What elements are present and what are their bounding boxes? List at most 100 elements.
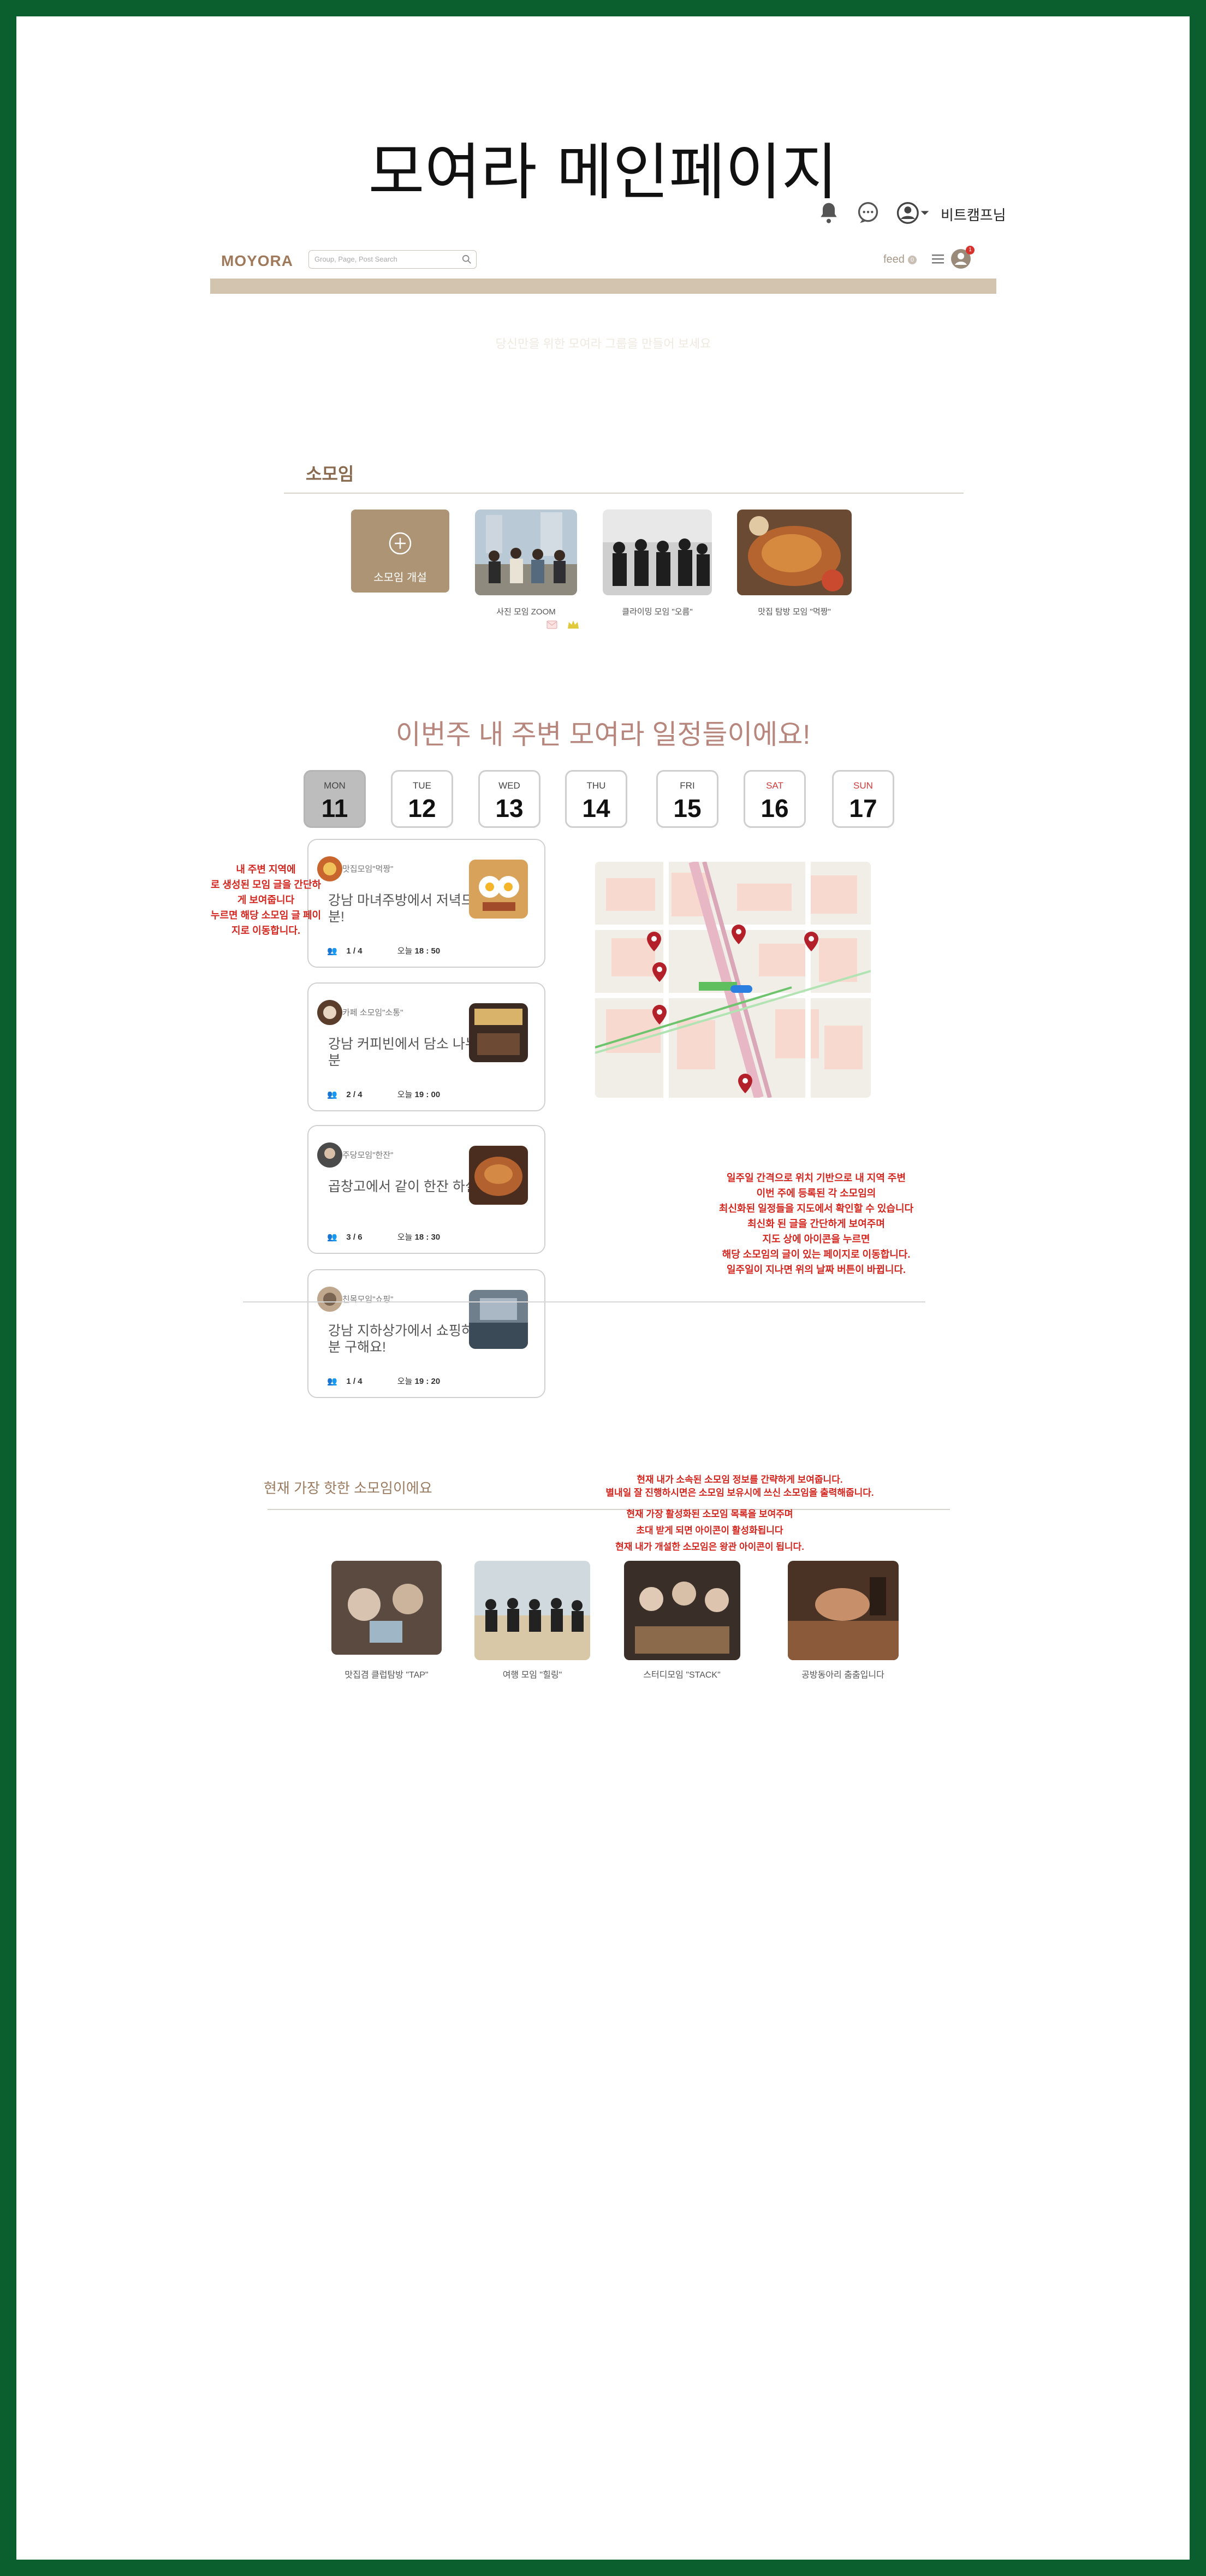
map-pin-icon[interactable] — [652, 962, 667, 982]
group-food-image — [737, 510, 852, 595]
day-number: 11 — [321, 794, 348, 822]
annotation-line: 별내일 잘 진행하시면은 소모임 보유시에 쓰신 소모임을 출력해줍니다. — [605, 1488, 874, 1498]
day-button-fri[interactable]: FRI 15 — [656, 770, 718, 828]
day-name: THU — [586, 780, 606, 791]
post-footer: 👥 1 / 4 오늘 19 : 20 — [327, 1375, 440, 1387]
annotation-line: 일주일 간격으로 위치 기반으로 내 지역 주변 — [726, 1172, 906, 1183]
hot-group-caption: 맛집겸 클럽탐방 "TAP" — [344, 1671, 429, 1680]
map-pin-icon[interactable] — [652, 1005, 667, 1025]
map-image — [595, 862, 871, 1098]
annotation-line: 내 주변 지역에 — [236, 864, 296, 875]
day-number: 17 — [849, 794, 877, 822]
day-number: 16 — [761, 794, 789, 822]
post-time: 19 : 00 — [414, 1090, 441, 1099]
annotation-line: 최신화 된 글을 간단하게 보여주며 — [747, 1218, 885, 1229]
username-label[interactable]: 비트캠프님 — [941, 204, 1006, 224]
chat-icon[interactable] — [856, 201, 880, 225]
schedule-post-card[interactable]: 맛집모임"먹짱" 강남 마녀주방에서 저녁드실 분! 👥 1 / 4 오늘 18… — [307, 839, 545, 968]
post-time: 19 : 20 — [414, 1377, 441, 1386]
day-button-sat[interactable]: SAT 16 — [744, 770, 806, 828]
annotation-line: 최신화된 일정들을 지도에서 확인할 수 있습니다 — [718, 1203, 914, 1214]
members-icon: 👥 — [327, 946, 337, 956]
day-name: FRI — [680, 780, 695, 791]
day-number: 13 — [495, 794, 524, 822]
create-group-button[interactable]: 소모임 개설 — [351, 510, 449, 593]
schedule-post-card[interactable]: 카페 소모임"소통" 강남 커피빈에서 담소 나누실 분 👥 2 / 4 오늘 … — [307, 982, 545, 1111]
post-time: 18 : 30 — [414, 1233, 441, 1242]
post-thumbnail — [469, 1290, 528, 1349]
post-group-name: 주당모임"한잔" — [342, 1151, 394, 1160]
hamburger-menu-icon[interactable] — [931, 252, 945, 265]
members-icon: 👥 — [327, 1377, 337, 1386]
annotation-line: 게 보여줍니다 — [237, 895, 295, 905]
annotation-line: 현재 내가 소속된 소모임 정보를 간략하게 보여줍니다. — [637, 1474, 843, 1485]
day-number: 15 — [673, 794, 702, 822]
section-divider — [284, 493, 964, 494]
feed-count: 0 — [907, 255, 917, 264]
schedule-post-card[interactable]: 친목모임"쇼핑" 강남 지하상가에서 쇼핑하실 분 구해요! 👥 1 / 4 오… — [307, 1269, 545, 1398]
annotation-line: 일주일이 지나면 위의 날짜 버튼이 바뀝니다. — [726, 1264, 906, 1275]
profile-dropdown-icon[interactable] — [895, 201, 930, 225]
map-pin-icon[interactable] — [647, 932, 661, 951]
post-group-name: 맛집모임"먹짱" — [342, 864, 394, 874]
post-thumbnail — [469, 860, 528, 919]
schedule-map[interactable] — [595, 862, 871, 1098]
members-icon: 👥 — [327, 1233, 337, 1242]
day-button-wed[interactable]: WED 13 — [478, 770, 540, 828]
nav-banner — [210, 279, 996, 294]
schedule-post-card[interactable]: 주당모임"한잔" 곱창고에서 같이 한잔 하실분 👥 3 / 6 오늘 18 :… — [307, 1125, 545, 1254]
crown-icon[interactable] — [567, 619, 580, 631]
members-icon: 👥 — [327, 1090, 337, 1099]
bell-icon[interactable] — [817, 201, 841, 225]
hot-groups-title: 현재 가장 핫한 소모임이에요 — [264, 1480, 432, 1496]
day-button-sun[interactable]: SUN 17 — [832, 770, 894, 828]
map-pin-icon[interactable] — [738, 1074, 752, 1093]
annotation-line: 지로 이동합니다. — [231, 925, 300, 936]
page-frame — [0, 0, 1206, 2576]
hot-group-card[interactable] — [624, 1561, 740, 1660]
day-name: SUN — [853, 780, 873, 791]
annotation-line: 지도 상에 아이콘을 누르면 — [762, 1234, 870, 1245]
notification-badge: 1 — [966, 246, 975, 254]
divider-line — [243, 1301, 925, 1302]
schedule-title: 이번주 내 주변 모여라 일정들이에요! — [395, 719, 811, 750]
invite-mail-icon[interactable] — [546, 619, 558, 631]
post-footer: 👥 3 / 6 오늘 18 : 30 — [327, 1231, 440, 1242]
group-avatar — [317, 1142, 342, 1168]
annotation-hot-a: 현재 내가 소속된 소모임 정보를 간략하게 보여줍니다. 별내일 잘 진행하시… — [579, 1473, 901, 1500]
post-members: 1 / 4 — [346, 1377, 363, 1386]
hot-group-caption: 공방동아리 춤춤입니다 — [801, 1671, 884, 1680]
post-time-prefix: 오늘 — [397, 1377, 413, 1386]
post-thumbnail — [469, 1003, 528, 1062]
hot-group-image — [331, 1561, 442, 1655]
day-button-thu[interactable]: THU 14 — [565, 770, 627, 828]
map-pin-icon[interactable] — [804, 932, 818, 951]
group-card-climbing[interactable] — [603, 510, 712, 595]
hot-group-card[interactable] — [788, 1561, 899, 1660]
map-pin-icon[interactable] — [732, 925, 746, 944]
day-button-mon[interactable]: MON 11 — [304, 770, 366, 828]
group-card-photo[interactable] — [475, 510, 577, 595]
hot-group-card[interactable] — [331, 1561, 442, 1655]
search-input[interactable]: Group, Page, Post Search — [308, 250, 477, 269]
hot-group-card[interactable] — [474, 1561, 590, 1660]
day-button-tue[interactable]: TUE 12 — [391, 770, 453, 828]
day-name: WED — [498, 780, 520, 791]
page-title: 모여라 메인페이지 — [368, 137, 838, 208]
post-footer: 👥 1 / 4 오늘 18 : 50 — [327, 945, 440, 956]
create-group-label: 소모임 개설 — [373, 572, 427, 584]
banner-text: 당신만을 위한 모여라 그룹을 만들어 보세요 — [495, 337, 711, 351]
annotation-line: 현재 가장 활성화된 소모임 목록을 보여주며 — [626, 1509, 793, 1519]
logo[interactable]: MOYORA — [221, 252, 293, 270]
annotation-line: 초대 받게 되면 아이콘이 활성화됩니다 — [636, 1525, 783, 1536]
post-time: 18 : 50 — [414, 946, 441, 956]
post-members: 3 / 6 — [346, 1233, 363, 1242]
post-members: 1 / 4 — [346, 946, 363, 956]
post-time-prefix: 오늘 — [397, 946, 413, 956]
group-climbing-image — [603, 510, 712, 595]
feed-link[interactable]: feed 0 — [883, 253, 917, 266]
post-footer: 👥 2 / 4 오늘 19 : 00 — [327, 1088, 440, 1100]
annotation-hot-b: 현재 가장 활성화된 소모임 목록을 보여주며 초대 받게 되면 아이콘이 활성… — [579, 1506, 841, 1555]
search-icon[interactable] — [462, 254, 472, 264]
group-card-food[interactable] — [737, 510, 852, 595]
